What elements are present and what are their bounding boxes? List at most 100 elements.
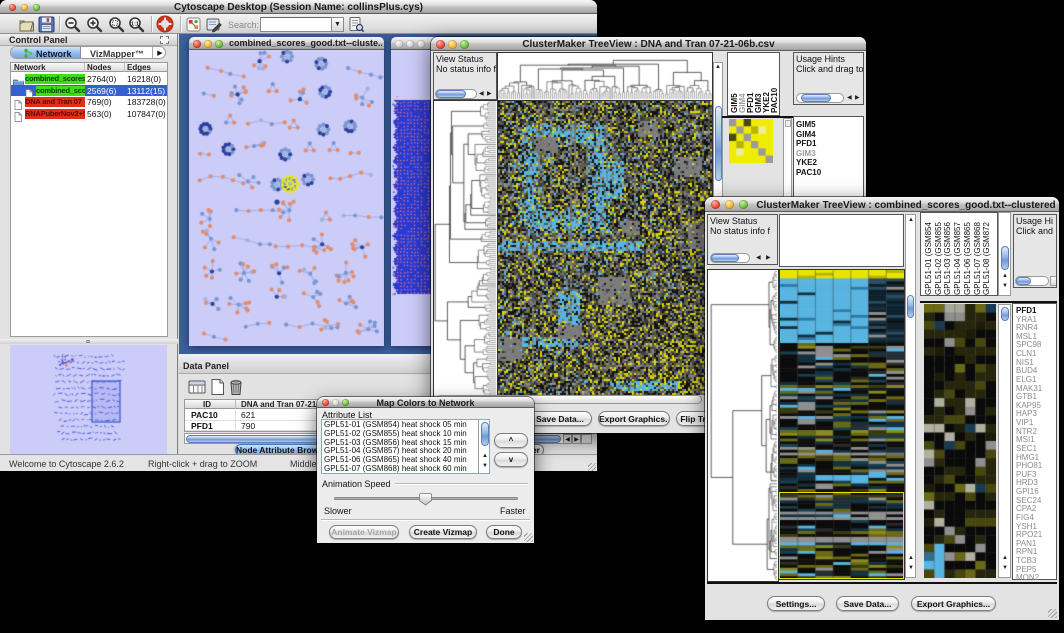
netview-zoom-button[interactable] [215,40,223,48]
tv2-resize-grip[interactable] [1048,609,1057,618]
tv1-gene-label[interactable]: GIM4 [796,130,816,139]
network-tree-row[interactable]: combined_sco2569(6)13112(15) [11,85,167,97]
attribute-id: PAC10 [191,410,218,420]
tv2-column-label[interactable]: GPL51-04 (GSM857 [953,222,962,295]
network-tree-row[interactable]: combined_scores_2764(0)16218(0) [11,73,167,85]
col-header-edges[interactable]: Edges [127,63,151,72]
tv1-correlation-matrix[interactable] [729,119,773,163]
col-header-nodes[interactable]: Nodes [87,63,111,72]
tv1-usage-scrollbar[interactable]: ◀ ▶ [796,93,862,103]
create-vizmap-button[interactable]: Create Vizmap [409,525,477,539]
network-edges: 107847(0) [127,109,166,119]
tv1-gene-label[interactable]: YKE2 [796,158,817,167]
tab-vizmapper-label[interactable]: VizMapper™ [90,49,144,59]
control-panel: Control Panel Network VizMapper™ ▶ Netwo… [0,34,178,454]
tv2-column-label[interactable]: GPL51-06 (GSM865 [963,222,972,295]
network-graph-view[interactable] [189,50,384,346]
tv1-buttons-save-data-button[interactable]: Save Data... [528,411,592,426]
tv1-gene-label[interactable]: GIM3 [796,149,816,158]
animation-speed-slider[interactable] [334,492,518,506]
network-tree-row[interactable]: DNA and Tran 07769(0)183728(0) [11,96,167,108]
tv1-gene-label[interactable]: GIM5 [796,120,816,129]
tv1-gene-label[interactable]: PFD1 [796,139,816,148]
tv1-column-label[interactable]: PAC10 [770,88,779,113]
tv2-buttons-export-graphics-button[interactable]: Export Graphics... [911,596,996,611]
tv2-row-dendrogram[interactable] [707,269,779,582]
tv2-column-labels-pane: GPL51-01 (GSM854GPL51-02 (GSM855GPL51-03… [920,212,998,296]
search-dropdown-button[interactable]: ▼ [331,17,344,32]
tv2-buttons-settings-button[interactable]: Settings... [767,596,825,611]
tab-network[interactable]: Network [11,47,81,59]
tv2-zoom-button[interactable] [739,200,748,209]
tv1-title-bar[interactable]: ClusterMaker TreeView : DNA and Tran 07-… [431,37,866,51]
network-view-window[interactable]: combined_scores_good.txt--cluste... [189,37,384,346]
move-up-button[interactable]: ^ [494,433,528,448]
panel-splitter[interactable] [0,339,178,344]
attribute-listbox[interactable]: GPL51-01 (GSM854) heat shock 05 minGPL51… [321,419,490,474]
tv1-gene-label[interactable]: PAC10 [796,168,821,177]
tv1-usage-line2: Click and drag to [796,64,864,74]
tv2-column-label[interactable]: GPL51-02 (GSM855 [934,222,943,295]
network-nodes: 769(0) [87,97,112,107]
tv2-column-label[interactable]: GPL51-03 (GSM856 [943,222,952,295]
tv2-vscrollbar[interactable]: ▲ ▲ ▼ [905,214,916,578]
netview-close-button[interactable] [193,40,201,48]
attribute-list-item[interactable]: GPL51-01 (GSM854) heat shock 05 min [322,420,489,429]
tv2-gene-labels-pane: PFD1YRA1RNR4MSL1SPC98CLN1NIS1BUD4ELG1MAK… [1012,303,1057,580]
attribute-list-item[interactable]: GPL51-03 (GSM856) heat shock 15 min [322,438,489,447]
netview2-close-button[interactable] [395,40,403,48]
network-tree-row[interactable]: RNAPuberNov2+!563(0)107847(0) [11,108,167,120]
delete-attribute-icon[interactable] [227,377,245,401]
attribute-list-item[interactable]: GPL51-02 (GSM855) heat shock 10 min [322,429,489,438]
dialog-title-bar[interactable]: Map Colors to Network [317,397,534,408]
main-resize-grip[interactable] [588,463,596,471]
col-header-network[interactable]: Network [14,63,46,72]
tv2-close-button[interactable] [711,200,720,209]
tv2-title-bar[interactable]: ClusterMaker TreeView : combined_scores_… [705,197,1059,212]
animate-vizmap-button[interactable]: Animate Vizmap [329,525,399,539]
tv2-column-label[interactable]: GPL51-08 (GSM872 [982,222,991,295]
tv2-heatmap[interactable] [779,269,905,580]
tv2-gene-label[interactable]: MON2 [1016,573,1039,582]
tv2-collabel-scrollbar[interactable]: ▲ ▼ [998,212,1011,296]
slider-thumb[interactable] [419,492,432,506]
tv1-status-scrollbar[interactable]: ◀ ▶ [435,89,495,99]
search-label: Search: [228,20,259,30]
attr-col-id[interactable]: ID [203,400,211,409]
network-edges: 183728(0) [127,97,166,107]
attribute-list-item[interactable]: GPL51-04 (GSM857) heat shock 20 min [322,446,489,455]
tv1-row-dendrogram[interactable] [433,100,498,397]
tv2-zoom-scrollbar[interactable]: ▲ ▼ [998,304,1011,578]
search-input[interactable] [260,17,332,32]
network-overview-thumbnail[interactable] [10,345,167,454]
tv2-status-scrollbar[interactable]: ◀ ▶ [710,253,776,263]
netview2-minimize-button[interactable] [406,40,414,48]
main-title-bar[interactable]: Cytoscape Desktop (Session Name: collins… [0,0,597,14]
attribute-list-item[interactable]: GPL51-06 (GSM865) heat shock 40 min [322,455,489,464]
attribute-list-scrollbar[interactable]: ▲ ▼ [478,420,490,474]
tv1-heatmap[interactable] [497,100,713,397]
tv2-usage-scrollbar[interactable] [1015,276,1057,287]
tv2-minimize-button[interactable] [725,200,734,209]
tv1-column-dendrogram[interactable] [497,52,713,101]
scroll-right-button[interactable]: ▶ [572,434,581,444]
attribute-select-icon[interactable] [188,378,206,401]
move-down-button[interactable]: v [494,452,528,467]
netview-minimize-button[interactable] [204,40,212,48]
tv1-scroll-left-icon[interactable]: ◀ [479,90,484,97]
tv2-column-label[interactable]: GPL51-01 (GSM854 [924,222,933,295]
tv1-scroll-right-icon[interactable]: ▶ [487,90,492,97]
tv2-column-label[interactable]: GPL51-07 (GSM868 [973,222,982,295]
scroll-left-button[interactable]: ◀ [563,434,572,444]
tv2-zoom-heatmap[interactable] [924,304,996,578]
tv1-buttons-export-graphics-button[interactable]: Export Graphics... [598,411,670,426]
float-panel-icon[interactable] [160,36,169,44]
new-attribute-icon[interactable] [209,378,226,401]
tv2-buttons-save-data-button[interactable]: Save Data... [836,596,899,611]
dialog-resize-grip[interactable] [524,533,533,542]
tv1-title: ClusterMaker TreeView : DNA and Tran 07-… [431,39,866,50]
attribute-list-item[interactable]: GPL51-07 (GSM868) heat shock 60 min [322,464,489,473]
tab-overflow-button[interactable]: ▶ [152,47,166,59]
done-button[interactable]: Done [486,525,522,539]
netview2-zoom-button[interactable] [417,40,425,48]
